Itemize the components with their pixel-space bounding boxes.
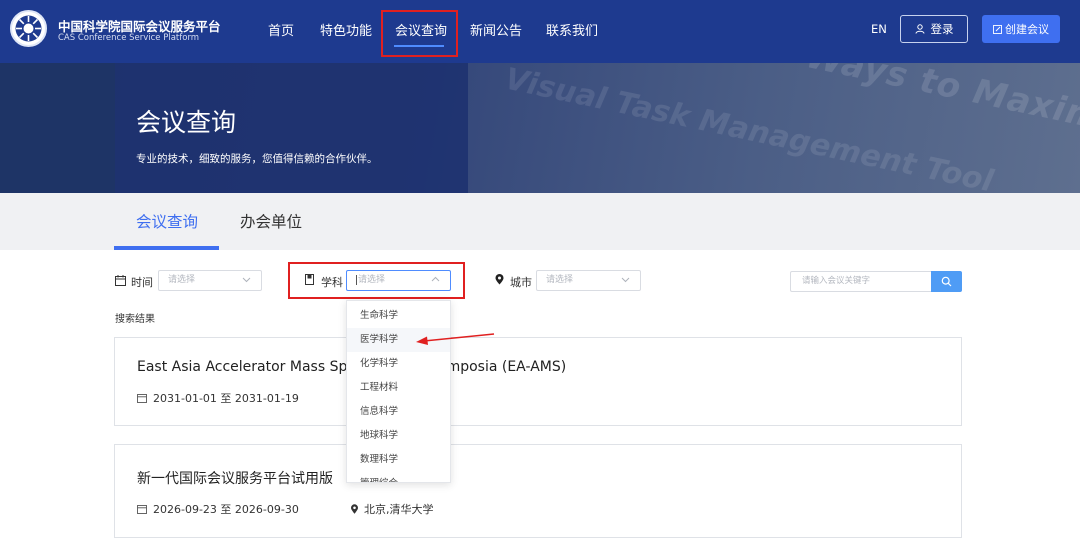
cas-logo[interactable] [10, 10, 47, 47]
chevron-down-icon [621, 277, 630, 283]
keyword-search-input[interactable]: 请输入会议关键字 [790, 271, 931, 292]
time-select-placeholder: 请选择 [168, 275, 196, 285]
dropdown-option[interactable]: 数理科学 [347, 448, 450, 472]
nav-item-contact[interactable]: 联系我们 [546, 20, 598, 39]
user-icon [915, 24, 924, 34]
dropdown-option[interactable]: 化学科学 [347, 352, 450, 376]
result-date-text: 2026-09-23 至 2026-09-30 [153, 503, 299, 516]
create-conference-button[interactable]: 创建会议 [982, 15, 1060, 43]
dropdown-option[interactable]: 地球科学 [347, 424, 450, 448]
top-navbar: 中国科学院国际会议服务平台 CAS Conference Service Pla… [0, 0, 1080, 63]
result-card[interactable]: 新一代国际会议服务平台试用版 2026-09-23 至 2026-09-30 北… [114, 444, 962, 538]
city-select[interactable]: 请选择 [536, 270, 641, 291]
create-label: 创建会议 [1005, 23, 1049, 36]
page-banner: o Everything: 28 Ways to Maximize Your W… [0, 63, 1080, 193]
login-button[interactable]: 登录 [900, 15, 968, 43]
discipline-highlight-box [288, 262, 465, 299]
dropdown-option[interactable]: 工程材料 [347, 376, 450, 400]
tab-bar: 会议查询 办会单位 [0, 193, 1080, 250]
dropdown-option[interactable]: 医学科学 [347, 328, 450, 352]
page-title: 会议查询 [136, 108, 237, 137]
dropdown-option[interactable]: 管理综合 [347, 472, 450, 482]
city-filter-label: 城市 [510, 276, 532, 289]
calendar-icon [137, 394, 147, 403]
search-results-label: 搜索结果 [115, 314, 155, 325]
result-date-text: 2031-01-01 至 2031-01-19 [153, 392, 299, 405]
brand-name-en: CAS Conference Service Platform [58, 33, 200, 43]
login-label: 登录 [930, 22, 954, 36]
calendar-icon [115, 275, 126, 286]
result-card[interactable]: East Asia Accelerator Mass Spectrometry … [114, 337, 962, 426]
result-title[interactable]: 新一代国际会议服务平台试用版 [137, 468, 333, 488]
city-select-placeholder: 请选择 [546, 275, 574, 285]
banner-edge [0, 63, 115, 193]
language-toggle[interactable]: EN [871, 22, 887, 36]
tab-organizers[interactable]: 办会单位 [240, 210, 302, 232]
dropdown-option[interactable]: 信息科学 [347, 400, 450, 424]
result-location: 北京,清华大学 [350, 501, 434, 517]
search-button[interactable] [931, 271, 962, 292]
dropdown-option[interactable]: 生命科学 [347, 304, 450, 328]
tab-conference-search[interactable]: 会议查询 [136, 210, 198, 232]
calendar-icon [137, 505, 147, 514]
discipline-dropdown: 生命科学 医学科学 化学科学 工程材料 信息科学 地球科学 数理科学 管理综合 [346, 300, 451, 483]
tab-active-underline [114, 246, 219, 250]
nav-highlight-box [381, 10, 458, 57]
location-pin-icon [495, 274, 504, 285]
result-location-text: 北京,清华大学 [364, 503, 434, 516]
nav-item-news[interactable]: 新闻公告 [470, 20, 522, 39]
result-date: 2026-09-23 至 2026-09-30 [137, 501, 299, 517]
search-placeholder: 请输入会议关键字 [802, 276, 871, 286]
location-pin-icon [351, 504, 358, 514]
chevron-down-icon [242, 277, 251, 283]
time-filter-label: 时间 [131, 276, 153, 289]
search-icon [941, 276, 952, 287]
result-date: 2031-01-01 至 2031-01-19 [137, 390, 299, 406]
nav-item-home[interactable]: 首页 [268, 20, 294, 39]
time-select[interactable]: 请选择 [158, 270, 262, 291]
nav-item-features[interactable]: 特色功能 [320, 20, 372, 39]
page-subtitle: 专业的技术，细致的服务，您值得信赖的合作伙伴。 [136, 153, 378, 165]
edit-icon [993, 24, 1002, 34]
